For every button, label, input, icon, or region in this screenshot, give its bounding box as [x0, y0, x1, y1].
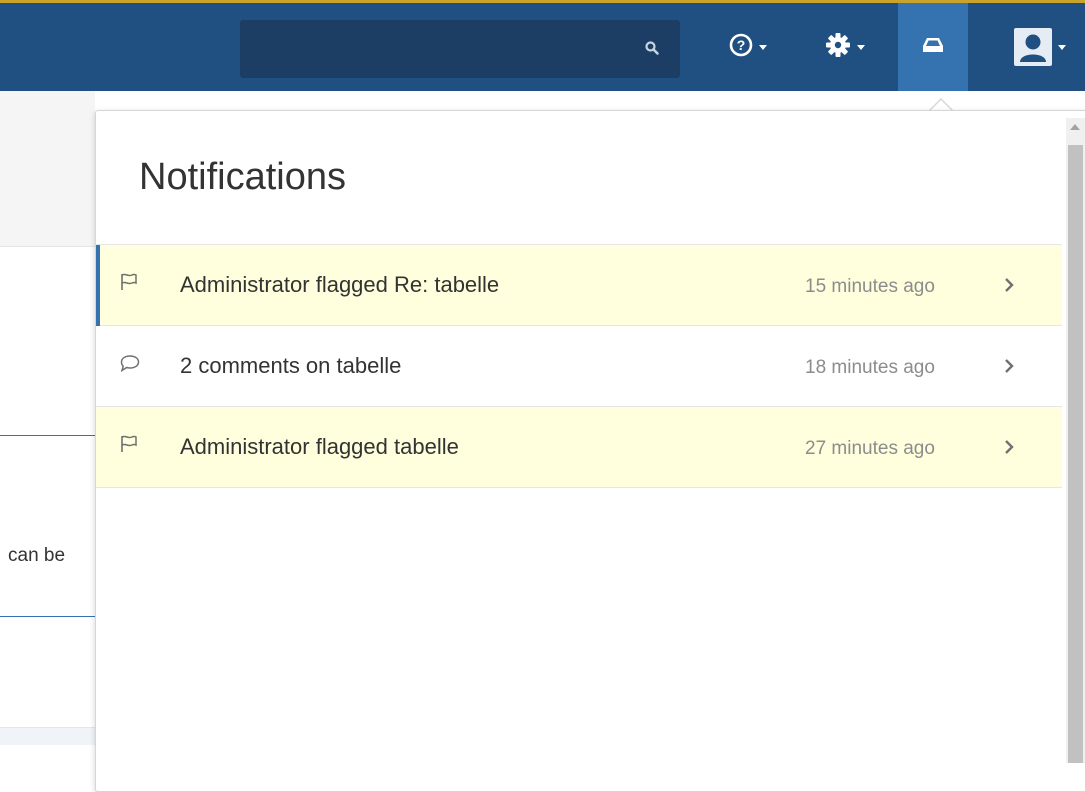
notifications-button[interactable] [898, 3, 968, 91]
user-menu-button[interactable] [995, 3, 1085, 91]
notification-timestamp: 18 minutes ago [805, 357, 935, 378]
flag-icon [120, 273, 138, 296]
notification-item[interactable]: Administrator flagged tabelle 27 minutes… [96, 407, 1062, 488]
chevron-right-icon[interactable] [1004, 439, 1014, 460]
notification-timestamp: 27 minutes ago [805, 438, 935, 459]
settings-menu-button[interactable] [810, 3, 880, 91]
divider [0, 435, 95, 436]
scrollbar-thumb[interactable] [1068, 145, 1083, 763]
notification-text: Administrator flagged tabelle [180, 434, 459, 459]
user-avatar-icon [1014, 28, 1052, 66]
notification-item[interactable]: Administrator flagged Re: tabelle 15 min… [96, 245, 1062, 326]
page-footer-bar [0, 727, 95, 745]
page-body-text: can be [8, 545, 66, 566]
scroll-up-arrow-icon[interactable] [1070, 124, 1080, 130]
help-menu-button[interactable]: ? [718, 3, 778, 91]
inbox-icon [922, 37, 944, 58]
search-input[interactable] [240, 20, 640, 78]
divider [0, 616, 95, 617]
notification-timestamp: 15 minutes ago [805, 276, 935, 297]
search-icon[interactable] [644, 40, 660, 61]
notification-text: 2 comments on tabelle [180, 353, 402, 378]
page-header-background [0, 91, 95, 247]
help-icon: ? [729, 33, 753, 62]
notifications-list: Administrator flagged Re: tabelle 15 min… [96, 244, 1062, 488]
notification-text: Administrator flagged Re: tabelle [180, 272, 500, 297]
notifications-dropdown: Notifications Administrator flagged Re: … [95, 110, 1085, 792]
notifications-title: Notifications [139, 156, 346, 198]
comment-icon [120, 354, 140, 377]
chevron-right-icon[interactable] [1004, 358, 1014, 379]
svg-text:?: ? [737, 37, 746, 53]
chevron-right-icon[interactable] [1004, 277, 1014, 298]
chevron-down-icon [857, 44, 865, 50]
dropdown-scrollbar[interactable] [1066, 118, 1085, 763]
notification-item[interactable]: 2 comments on tabelle 18 minutes ago [96, 326, 1062, 407]
top-navigation-bar: ? [0, 0, 1085, 91]
flag-icon [120, 435, 138, 458]
chevron-down-icon [1058, 44, 1066, 50]
search-box[interactable] [240, 20, 680, 78]
chevron-down-icon [759, 44, 767, 50]
gear-icon [825, 32, 851, 63]
